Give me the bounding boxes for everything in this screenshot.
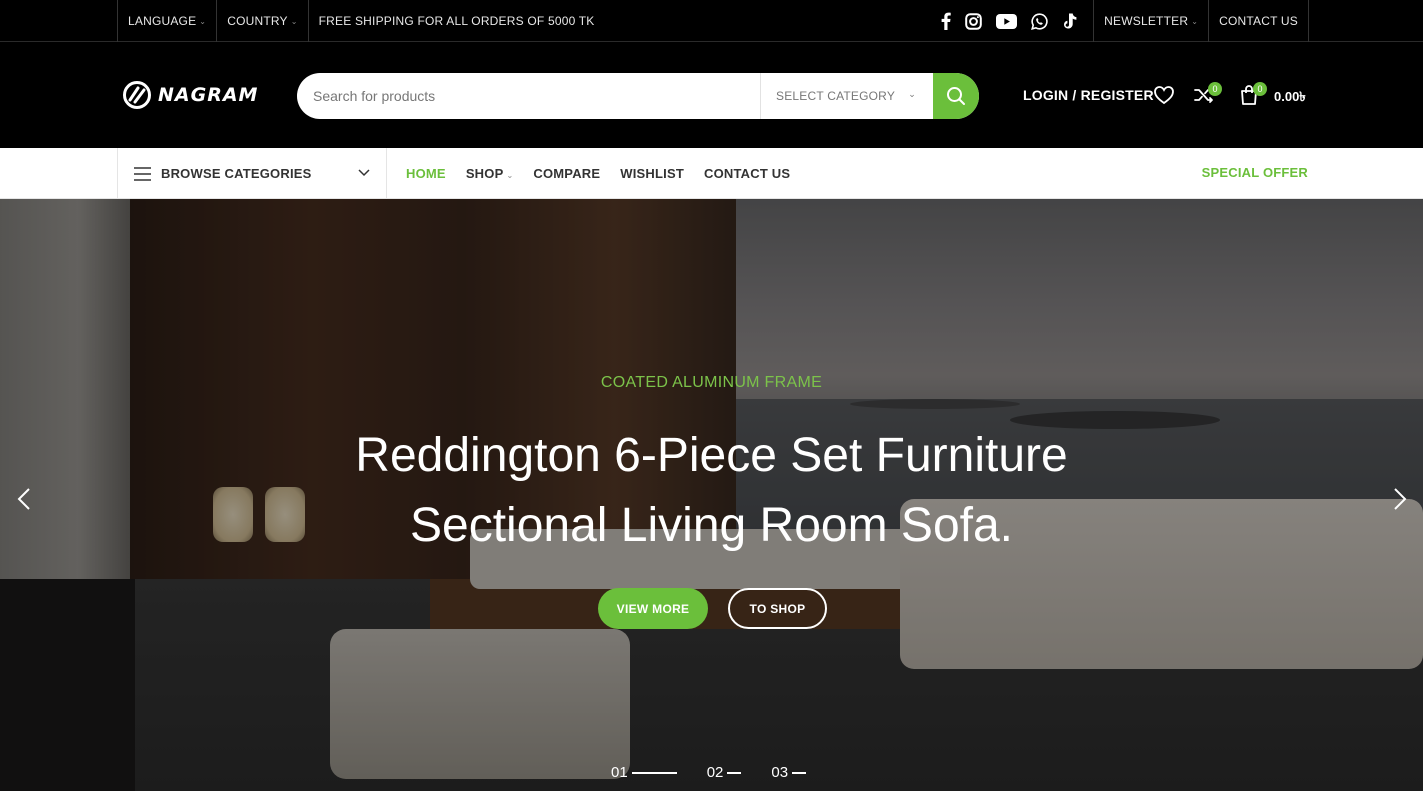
newsletter-link[interactable]: NEWSLETTER ⌄ [1093,0,1208,42]
hero-eyebrow: COATED ALUMINUM FRAME [600,374,823,391]
wishlist-button[interactable] [1153,84,1175,111]
nav-item-wishlist[interactable]: WISHLIST [620,166,684,181]
slide-number: 02 [706,764,724,781]
newsletter-label: NEWSLETTER [1104,14,1189,28]
search-bar: SELECT CATEGORY ⌄ [297,73,979,119]
login-register-link[interactable]: LOGIN / REGISTER [1023,87,1154,103]
nav-item-compare[interactable]: COMPARE [533,166,600,181]
slide-number: 01 [611,764,628,781]
search-button[interactable] [933,73,979,119]
browse-categories-button[interactable]: BROWSE CATEGORIES [117,148,387,199]
logo-text: NAGRAM [158,84,259,106]
language-label: LANGUAGE [128,14,197,28]
view-more-button[interactable]: VIEW MORE [598,588,708,629]
slide-progress-line [792,771,807,774]
country-label: COUNTRY [227,14,288,28]
top-bar-spacer [605,0,942,42]
facebook-icon[interactable] [941,12,951,30]
shipping-notice: FREE SHIPPING FOR ALL ORDERS OF 5000 TK [307,0,605,42]
slider-prev-button[interactable] [16,487,32,516]
search-icon [947,87,965,105]
slide-number: 03 [771,764,789,781]
cart-button[interactable]: 0 [1239,82,1267,111]
site-logo[interactable]: NAGRAM [122,80,258,110]
top-bar: LANGUAGE ⌄ COUNTRY ⌄ FREE SHIPPING FOR A… [0,0,1423,42]
tiktok-icon[interactable] [1062,13,1077,30]
category-select-label: SELECT CATEGORY [776,89,896,103]
nav-item-shop-label: SHOP [465,166,504,181]
cart-count-badge: 0 [1253,82,1267,96]
main-header: NAGRAM SELECT CATEGORY ⌄ LOGIN / REGISTE… [0,42,1423,148]
nav-item-home[interactable]: HOME [406,166,446,181]
heart-icon [1154,86,1174,105]
category-select[interactable]: SELECT CATEGORY ⌄ [760,73,932,119]
nav-item-shop[interactable]: SHOP ⌄ [466,166,514,181]
slider-next-button[interactable] [1392,487,1408,516]
whatsapp-icon[interactable] [1031,12,1048,30]
hero-buttons: VIEW MORE TO SHOP [598,588,827,629]
search-input[interactable] [297,73,760,119]
slide-dot[interactable]: 02 [707,764,742,781]
chevron-down-icon: ⌄ [506,171,514,180]
contact-us-link[interactable]: CONTACT US [1208,0,1309,42]
chevron-down-icon: ⌄ [290,16,298,26]
slide-dot[interactable]: 01 [611,764,677,781]
slide-progress-line [727,771,742,774]
hamburger-menu-icon [134,166,151,181]
slide-progress-line [631,771,677,774]
compare-count-badge: 0 [1208,82,1222,96]
country-selector[interactable]: COUNTRY ⌄ [216,0,307,42]
chevron-left-icon [17,488,30,510]
language-selector[interactable]: LANGUAGE ⌄ [117,0,216,42]
hero-title-line: Sectional Living Room Sofa. [410,499,1013,552]
slider-pagination: 01 02 03 [611,764,836,781]
social-links [941,0,1093,42]
slide-dot[interactable]: 03 [771,764,807,781]
nav-item-contact-us[interactable]: CONTACT US [704,166,790,181]
special-offer-link[interactable]: SPECIAL OFFER [1202,165,1308,180]
browse-categories-label: BROWSE CATEGORIES [161,166,312,181]
chevron-down-icon [358,169,370,177]
chevron-down-icon: ⌄ [199,16,207,26]
hero-slider: COATED ALUMINUM FRAME Reddington 6-Piece… [0,199,1423,791]
main-navigation: BROWSE CATEGORIES HOME SHOP ⌄ COMPARE WIS… [0,148,1423,199]
cart-total[interactable]: 0.00৳ [1274,88,1306,109]
instagram-icon[interactable] [965,12,982,30]
logo-mark-icon [123,81,151,109]
chevron-down-icon: ⌄ [1191,16,1199,26]
hero-title: Reddington 6-Piece Set Furniture Section… [0,421,1423,561]
chevron-right-icon [1394,488,1407,510]
nav-menu: HOME SHOP ⌄ COMPARE WISHLIST CONTACT US [406,148,790,199]
hero-title-line: Reddington 6-Piece Set Furniture [355,429,1068,482]
chevron-down-icon: ⌄ [908,89,916,99]
youtube-icon[interactable] [996,13,1018,29]
compare-button[interactable]: 0 [1193,82,1222,111]
to-shop-button[interactable]: TO SHOP [728,588,827,629]
